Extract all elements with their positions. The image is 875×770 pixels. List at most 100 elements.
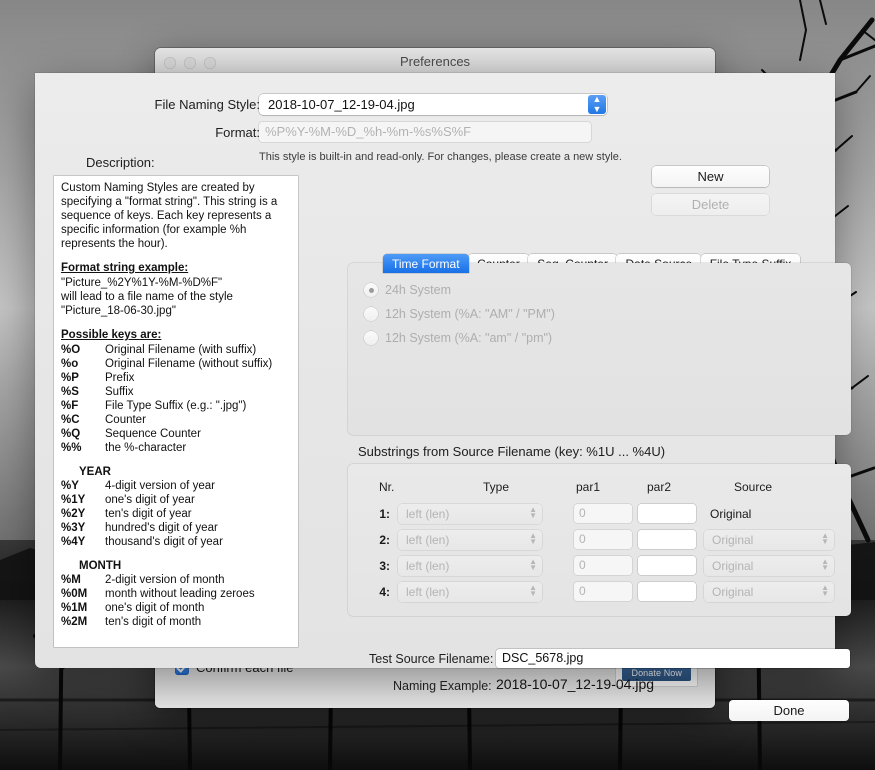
key-token: %C [61,413,105,427]
time-format-option-label: 12h System (%A: "AM" / "PM") [385,307,555,321]
substring-row: 4:left (len)▲▼0Original▲▼ [370,582,830,602]
time-format-option-label: 24h System [385,283,451,297]
substring-par2-input[interactable] [638,582,696,601]
description-label: Description: [86,155,155,170]
column-header-nr: Nr. [379,480,394,494]
key-row: %0Mmonth without leading zeroes [61,587,255,601]
test-source-filename-value: DSC_5678.jpg [502,651,583,665]
substring-par1-value: 0 [579,506,586,520]
time-format-option-1[interactable]: 24h System [364,283,451,297]
time-format-option-label: 12h System (%A: "am" / "pm") [385,331,552,345]
key-description: Original Filename (with suffix) [105,343,272,357]
substring-type-dropdown: left (len)▲▼ [398,556,542,576]
substring-source-value: Original [712,533,753,547]
time-format-option-3[interactable]: 12h System (%A: "am" / "pm") [364,331,552,345]
description-scroll-area[interactable]: Custom Naming Styles are created by spec… [54,176,298,647]
format-input[interactable]: %P%Y-%M-%D_%h-%m-%s%S%F [259,122,591,142]
format-example-heading: Format string example: [61,261,291,275]
description-intro: Custom Naming Styles are created by spec… [61,181,291,251]
done-button[interactable]: Done [729,700,849,721]
substring-row: 3: left (len)▲▼ 0 Original ▲▼ [370,556,830,576]
test-source-filename-label: Test Source Filename: [369,652,493,666]
substring-par1-value: 0 [579,558,586,572]
key-row: %CCounter [61,413,272,427]
key-token: %1Y [61,493,105,507]
new-button[interactable]: New [652,166,769,187]
substring-row-number: 4: [370,585,390,599]
key-row: %2Mten's digit of month [61,615,255,629]
time-format-option-2[interactable]: 12h System (%A: "AM" / "PM") [364,307,555,321]
substring-type-dropdown: left (len) ▲▼ [398,504,542,524]
chevron-up-down-icon: ▲▼ [529,507,537,519]
file-naming-style-label: File Naming Style: [95,97,260,112]
tab-time-format[interactable]: Time Format [383,254,469,273]
key-description: Suffix [105,385,272,399]
substring-par2-input[interactable] [638,504,696,523]
substring-par2-input[interactable] [638,530,696,549]
substring-type-value: left (len) [406,533,449,547]
chevron-up-down-icon: ▲▼ [529,585,537,597]
key-description: 4-digit version of year [105,479,223,493]
column-header-par1: par1 [576,480,600,494]
test-source-filename-input[interactable]: DSC_5678.jpg [496,649,850,668]
key-token: %O [61,343,105,357]
chevron-up-down-icon: ▲▼ [821,559,829,571]
key-description: ten's digit of year [105,507,223,521]
key-row: %SSuffix [61,385,272,399]
key-row: %3Yhundred's digit of year [61,521,223,535]
key-row: %2Yten's digit of year [61,507,223,521]
key-token: %0M [61,587,105,601]
key-row: %Y4-digit version of year [61,479,223,493]
key-token: %Y [61,479,105,493]
key-row: %%the %-character [61,441,272,455]
substring-par1-input: 0 [574,582,632,601]
month-heading: MONTH [61,559,291,573]
key-description: Sequence Counter [105,427,272,441]
month-keys-table: %M2-digit version of month%0Mmonth witho… [61,573,255,629]
substring-row: 1:left (len)▲▼0Original [370,504,830,524]
key-token: %2Y [61,507,105,521]
substring-par2-input[interactable] [638,556,696,575]
chevron-up-down-icon: ▲▼ [821,533,829,545]
radio-icon [364,307,378,321]
substring-type-dropdown: left (len) ▲▼ [398,530,542,550]
format-example-line-3: "Picture_18-06-30.jpg" [61,304,291,318]
substring-par1-input: 0 [574,504,632,523]
substring-row: 2:left (len)▲▼0Original▲▼ [370,530,830,550]
chevron-up-down-icon: ▲▼ [529,533,537,545]
substrings-group-title: Substrings from Source Filename (key: %1… [358,444,665,459]
chevron-up-down-icon: ▲▼ [529,559,537,571]
window-title: Preferences [155,54,715,69]
substring-par1-value: 0 [579,532,586,546]
file-naming-style-popup[interactable]: 2018-10-07_12-19-04.jpg ▲▼ [259,94,607,115]
key-description: month without leading zeroes [105,587,255,601]
substring-source-dropdown: Original ▲▼ [704,530,834,550]
key-token: %S [61,385,105,399]
key-description: hundred's digit of year [105,521,223,535]
substring-source-value: Original [712,559,753,573]
possible-keys-table: %OOriginal Filename (with suffix)%oOrigi… [61,343,272,455]
substring-source-text: Original [710,507,751,521]
chevron-up-down-icon: ▲▼ [588,95,606,114]
naming-example-value: 2018-10-07_12-19-04.jpg [496,676,654,692]
substring-par1-value: 0 [579,584,586,598]
key-description: Prefix [105,371,272,385]
delete-button: Delete [652,194,769,215]
format-example-line-2: will lead to a file name of the style [61,290,291,304]
naming-example-label: Naming Example: [393,679,492,693]
key-row: %1Mone's digit of month [61,601,255,615]
key-description: Original Filename (without suffix) [105,357,272,371]
key-description: 2-digit version of month [105,573,255,587]
file-naming-style-row: File Naming Style: 2018-10-07_12-19-04.j… [35,94,835,116]
substring-par1-input: 0 [574,530,632,549]
format-value: %P%Y-%M-%D_%h-%m-%s%S%F [265,124,471,139]
naming-style-sheet: File Naming Style: 2018-10-07_12-19-04.j… [35,73,835,668]
key-row: %QSequence Counter [61,427,272,441]
format-example-line-1: "Picture_%2Y%1Y-%M-%D%F" [61,276,291,290]
substring-type-value: left (len) [406,507,449,521]
format-label: Format: [95,125,260,140]
year-keys-table: %Y4-digit version of year%1Yone's digit … [61,479,223,549]
substring-row-number: 3: [370,559,390,573]
column-header-par2: par2 [647,480,671,494]
column-header-type: Type [483,480,509,494]
